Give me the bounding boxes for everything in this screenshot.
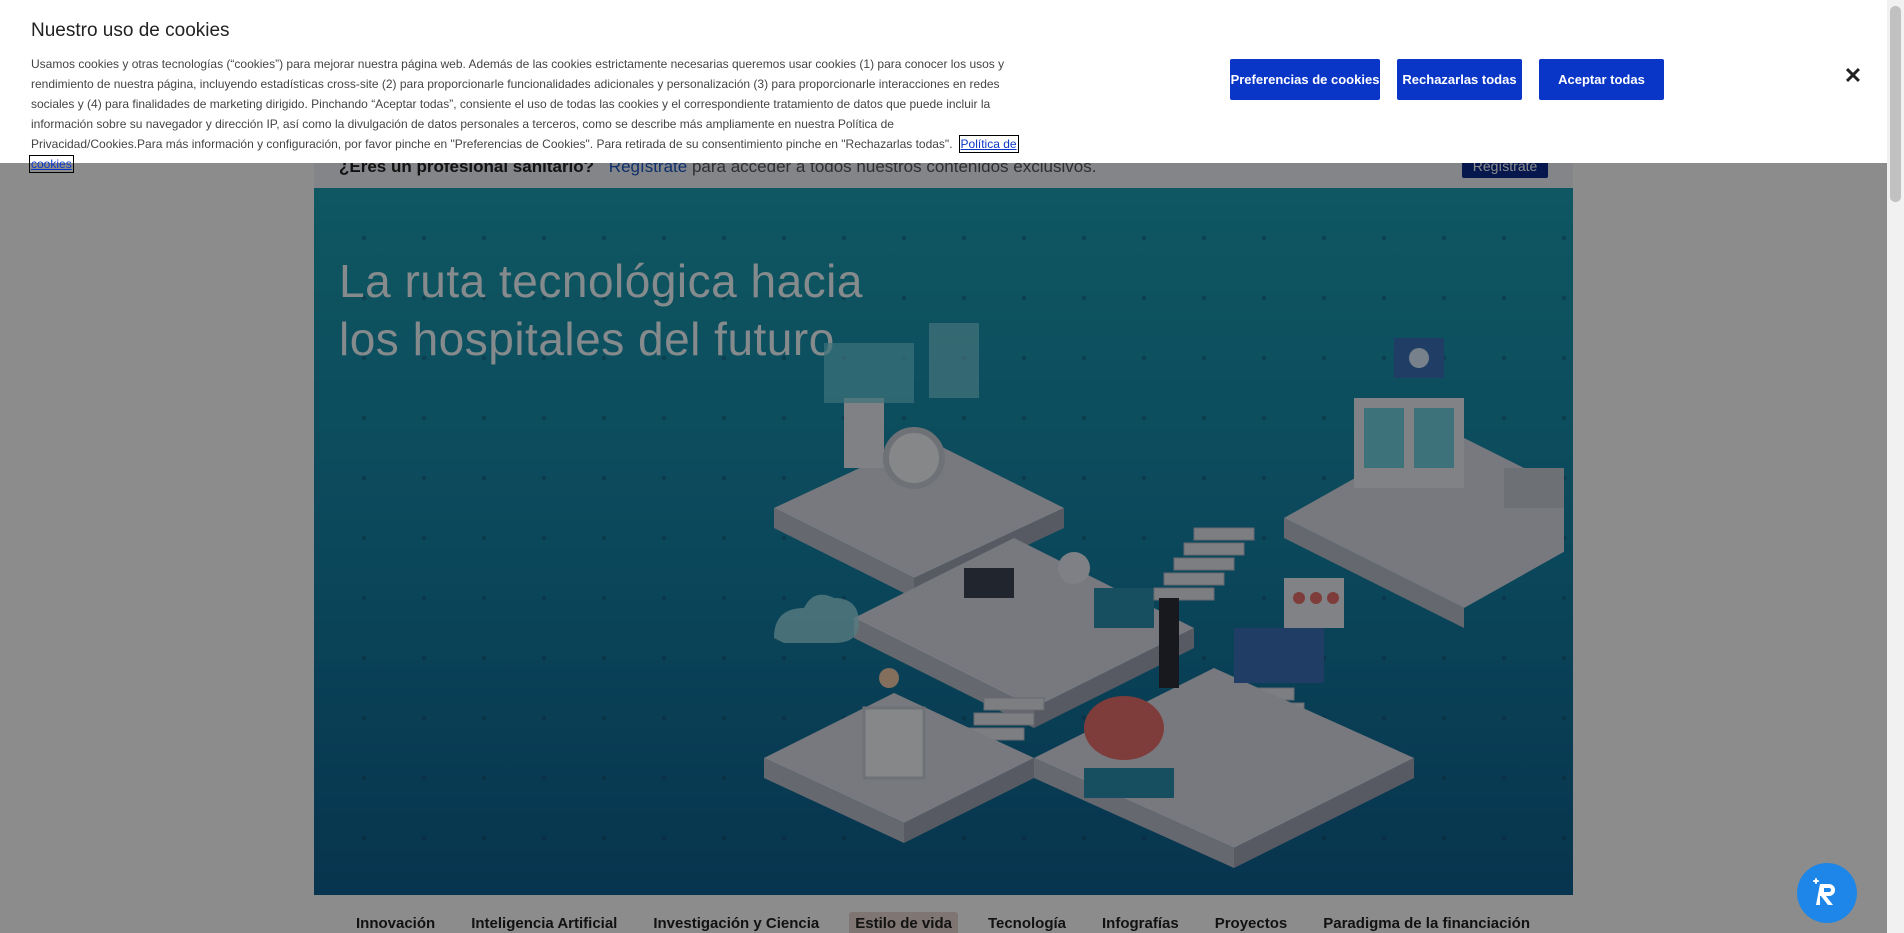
assistant-icon xyxy=(1813,878,1835,905)
page-scrollbar[interactable] xyxy=(1887,0,1904,933)
reject-all-button[interactable]: Rechazarlas todas xyxy=(1397,59,1522,100)
scrollbar-thumb[interactable] xyxy=(1890,6,1901,202)
cookie-preferences-button[interactable]: Preferencias de cookies xyxy=(1230,59,1380,100)
cookie-banner-body: Usamos cookies y otras tecnologías (“coo… xyxy=(31,57,1005,151)
assistant-button[interactable] xyxy=(1797,863,1857,923)
cookie-banner: Nuestro uso de cookies Usamos cookies y … xyxy=(0,0,1887,173)
accept-all-button[interactable]: Aceptar todas xyxy=(1539,59,1664,100)
cookie-banner-text: Usamos cookies y otras tecnologías (“coo… xyxy=(29,54,1021,174)
cookie-banner-title: Nuestro uso de cookies xyxy=(31,20,230,41)
close-icon[interactable]: ✕ xyxy=(1843,65,1863,87)
